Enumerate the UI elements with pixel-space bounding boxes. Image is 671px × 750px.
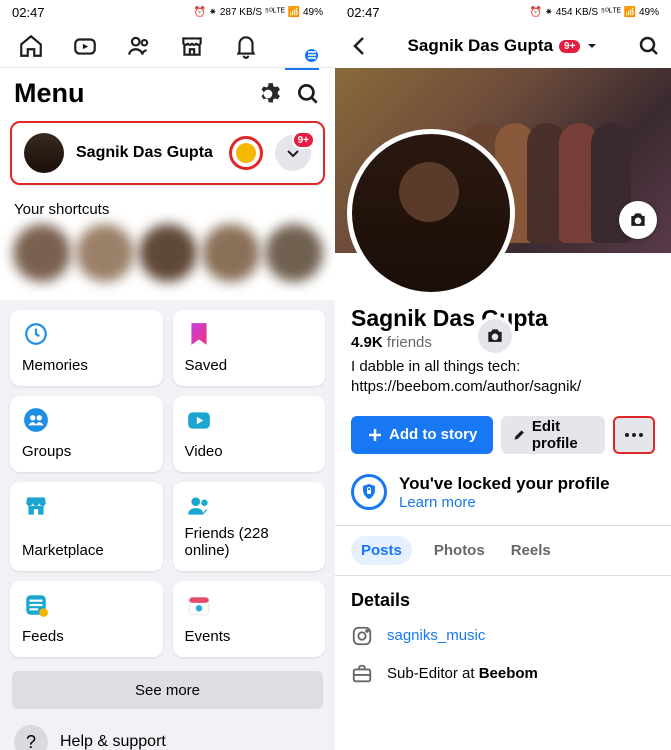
tile-events[interactable]: Events	[173, 581, 326, 657]
tile-saved[interactable]: Saved	[173, 310, 326, 386]
help-label: Help & support	[60, 733, 166, 750]
home-icon[interactable]	[18, 33, 44, 59]
tile-feeds[interactable]: Feeds	[10, 581, 163, 657]
work-text: Sub-Editor at Beebom	[387, 665, 538, 682]
back-icon[interactable]	[345, 34, 369, 58]
groups-icon	[22, 406, 50, 434]
avatar	[24, 133, 64, 173]
work-row[interactable]: Sub-Editor at Beebom	[335, 655, 671, 693]
tile-label: Friends (228 online)	[185, 526, 314, 559]
tile-label: Groups	[22, 444, 151, 461]
details-heading: Details	[335, 576, 671, 617]
profile-bio: I dabble in all things tech: https://bee…	[351, 357, 655, 398]
notifications-icon[interactable]	[233, 33, 259, 59]
tile-label: Video	[185, 444, 314, 461]
tab-posts[interactable]: Posts	[351, 536, 412, 565]
tile-marketplace[interactable]: Marketplace	[10, 482, 163, 571]
status-indicators: ⏰ ⁕ 454 KB/S ⁵⁰ᴸᵀᴱ 📶 49%	[529, 7, 659, 18]
tile-label: Marketplace	[22, 543, 151, 560]
notification-badge: 9+	[559, 40, 580, 53]
avatar-camera-button[interactable]	[475, 316, 515, 356]
cover-camera-button[interactable]	[619, 201, 657, 239]
more-button[interactable]	[613, 416, 655, 454]
header-title: Sagnik Das Gupta	[408, 36, 553, 56]
help-icon: ?	[14, 725, 48, 750]
clock-icon	[22, 320, 50, 348]
status-time: 02:47	[12, 5, 45, 20]
feeds-icon	[22, 591, 50, 619]
see-more-button[interactable]: See more	[12, 671, 323, 709]
tile-label: Memories	[22, 358, 151, 375]
search-icon[interactable]	[295, 81, 321, 107]
shield-lock-icon	[351, 474, 387, 510]
page-title: Menu	[14, 78, 85, 109]
add-to-story-button[interactable]: Add to story	[351, 416, 493, 454]
tile-label: Feeds	[22, 629, 151, 646]
top-nav	[0, 24, 335, 68]
status-indicators: ⏰ ⁕ 287 KB/S ⁵⁰ᴸᵀᴱ 📶 49%	[193, 7, 323, 18]
tile-video[interactable]: Video	[173, 396, 326, 472]
shortcuts-row[interactable]	[0, 224, 335, 300]
instagram-icon	[351, 625, 373, 647]
locked-profile-row[interactable]: You've locked your profile Learn more	[335, 468, 671, 526]
tab-photos[interactable]: Photos	[430, 536, 489, 565]
status-bar: 02:47 ⏰ ⁕ 454 KB/S ⁵⁰ᴸᵀᴱ 📶 49%	[335, 0, 671, 24]
menu-badge-icon	[303, 47, 320, 64]
instagram-link-row[interactable]: sagniks_music	[335, 617, 671, 655]
profile-header: Sagnik Das Gupta 9+	[335, 24, 671, 68]
marketplace-icon[interactable]	[179, 33, 205, 59]
chevron-down-icon[interactable]	[586, 40, 598, 52]
friends-icon[interactable]	[126, 33, 152, 59]
active-indicator	[285, 68, 319, 70]
friends-icon	[185, 492, 213, 520]
edit-profile-button[interactable]: Edit profile	[501, 416, 605, 454]
tab-reels[interactable]: Reels	[507, 536, 555, 565]
switch-account-button[interactable]: 9+	[275, 135, 311, 171]
status-time: 02:47	[347, 5, 380, 20]
storefront-icon	[22, 492, 50, 520]
profile-name: Sagnik Das Gupta	[76, 144, 217, 162]
settings-icon[interactable]	[255, 81, 281, 107]
button-label: Edit profile	[532, 418, 593, 452]
profile-avatar[interactable]	[347, 129, 515, 297]
briefcase-icon	[351, 663, 373, 685]
tile-label: Saved	[185, 358, 314, 375]
calendar-icon	[185, 591, 213, 619]
button-label: Add to story	[389, 426, 477, 443]
tile-groups[interactable]: Groups	[10, 396, 163, 472]
cover-photo[interactable]	[335, 68, 671, 253]
video-icon[interactable]	[72, 33, 98, 59]
tile-friends[interactable]: Friends (228 online)	[173, 482, 326, 571]
instagram-handle: sagniks_music	[387, 627, 485, 644]
learn-more-link[interactable]: Learn more	[399, 494, 610, 511]
shortcuts-label: Your shortcuts	[0, 189, 335, 224]
video-icon	[185, 406, 213, 434]
search-icon[interactable]	[637, 34, 661, 58]
bookmark-icon	[185, 320, 213, 348]
story-ring-icon[interactable]	[229, 136, 263, 170]
menu-tab-avatar[interactable]	[287, 31, 317, 61]
profile-tabs: Posts Photos Reels	[335, 526, 671, 576]
tile-label: Events	[185, 629, 314, 646]
status-bar: 02:47 ⏰ ⁕ 287 KB/S ⁵⁰ᴸᵀᴱ 📶 49%	[0, 0, 335, 24]
help-support-row[interactable]: ? Help & support	[0, 717, 335, 750]
locked-title: You've locked your profile	[399, 474, 610, 494]
tile-memories[interactable]: Memories	[10, 310, 163, 386]
notification-badge: 9+	[292, 131, 315, 149]
profile-row[interactable]: Sagnik Das Gupta 9+	[10, 121, 325, 185]
